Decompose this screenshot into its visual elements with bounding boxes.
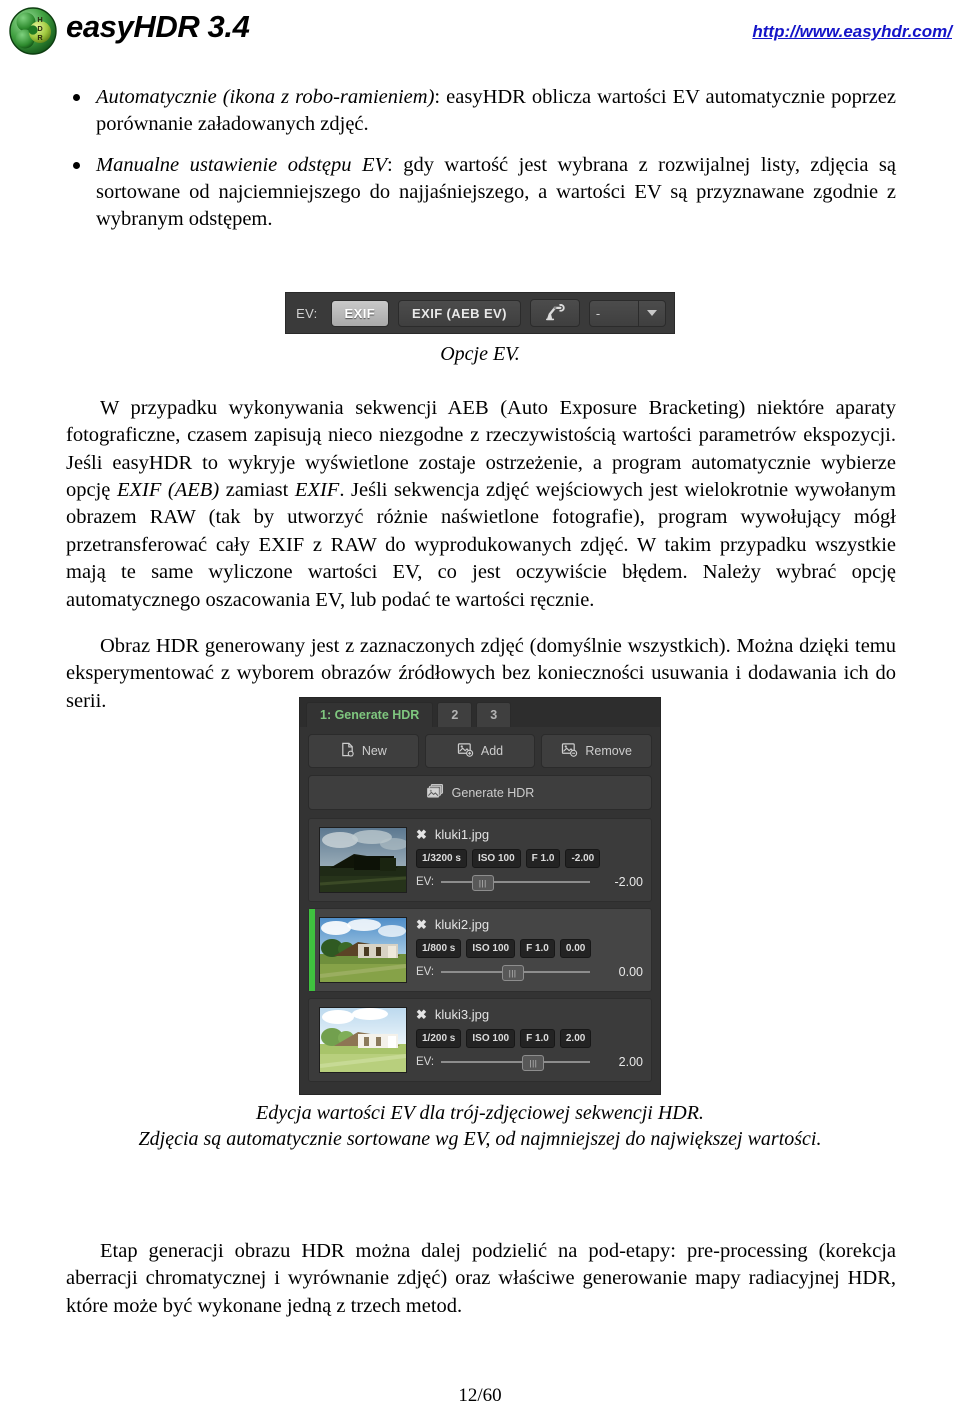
shutter-tag: 1/800 s — [416, 939, 462, 958]
add-button-label: Add — [480, 744, 504, 758]
tab-generate-hdr[interactable]: 1: Generate HDR — [306, 702, 434, 727]
para-em-1: EXIF (AEB) — [116, 479, 220, 502]
shutter-tag: 1/3200 s — [416, 849, 467, 868]
panel-button-row: New Add Remove — [300, 727, 660, 768]
paragraph-stage-split-wrap: Etap generacji obrazu HDR można dalej po… — [66, 1238, 896, 1320]
file-name: kluki1.jpg — [434, 827, 490, 842]
ev-slider-handle[interactable]: ||| — [501, 965, 524, 981]
list-item[interactable]: ✖ kluki2.jpg 1/800 s ISO 100 F 1.0 0.00 … — [308, 908, 652, 992]
robot-arm-icon — [543, 303, 567, 324]
exif-button[interactable]: EXIF — [330, 299, 390, 327]
document-content: Automatycznie (ikona z robo-ramieniem): … — [66, 84, 896, 246]
page-header: H D R easyHDR 3.4 http://www.easyhdr.com… — [0, 0, 960, 62]
website-link[interactable]: http://www.easyhdr.com/ — [752, 22, 952, 42]
para-em-2: EXIF — [294, 479, 340, 502]
image-list: ✖ kluki1.jpg 1/3200 s ISO 100 F 1.0 -2.0… — [300, 810, 660, 1082]
aperture-tag: F 1.0 — [520, 1029, 555, 1048]
close-x-icon[interactable]: ✖ — [416, 918, 427, 931]
thumbnail — [319, 917, 407, 983]
exif-tags: 1/3200 s ISO 100 F 1.0 -2.00 — [416, 849, 643, 868]
figure-hdr-panel: 1: Generate HDR 2 3 New Add Remove Gener… — [0, 697, 960, 1152]
robot-arm-button[interactable] — [529, 299, 580, 327]
aperture-tag: F 1.0 — [520, 939, 555, 958]
brand-title: easyHDR 3.4 — [66, 9, 250, 44]
ev-step-dropdown[interactable]: - — [588, 299, 666, 327]
generate-button-row: Generate HDR — [300, 775, 660, 810]
exif-tags: 1/800 s ISO 100 F 1.0 0.00 — [416, 939, 643, 958]
new-button-label: New — [361, 744, 387, 758]
page-footer: 12/60 — [458, 1385, 502, 1406]
add-image-icon — [457, 742, 474, 760]
ev-toolbar: EV: EXIF EXIF (AEB EV) - — [285, 292, 675, 334]
ev-slider[interactable]: ||| — [441, 1055, 590, 1071]
exposure-tag: 2.00 — [559, 1029, 592, 1048]
svg-text:D: D — [37, 24, 43, 33]
paragraph-stage-split: Etap generacji obrazu HDR można dalej po… — [66, 1240, 896, 1317]
exif-tags: 1/200 s ISO 100 F 1.0 2.00 — [416, 1029, 643, 1048]
list-item: Manualne ustawienie odstępu EV: gdy wart… — [66, 152, 896, 234]
easyhdr-logo-icon: H D R — [8, 6, 58, 56]
list-item: Automatycznie (ikona z robo-ramieniem): … — [66, 84, 896, 139]
tab-3[interactable]: 3 — [476, 702, 512, 727]
figure-ev-options: EV: EXIF EXIF (AEB EV) - Opcje EV. — [0, 292, 960, 368]
ev-slider-label: EV: — [416, 966, 435, 978]
ev-slider-label: EV: — [416, 876, 435, 888]
close-x-icon[interactable]: ✖ — [416, 828, 427, 841]
file-name: kluki2.jpg — [434, 917, 490, 932]
svg-text:R: R — [37, 33, 43, 42]
paragraph-aeb-warning: W przypadku wykonywania sekwencji AEB (A… — [66, 395, 896, 614]
exif-aeb-ev-button[interactable]: EXIF (AEB EV) — [398, 299, 521, 327]
iso-tag: ISO 100 — [466, 939, 516, 958]
thumbnail — [319, 1007, 407, 1073]
hdr-panel: 1: Generate HDR 2 3 New Add Remove Gener… — [299, 697, 661, 1095]
ev-value: 2.00 — [618, 1055, 643, 1069]
add-button[interactable]: Add — [424, 734, 536, 768]
iso-tag: ISO 100 — [471, 849, 521, 868]
new-file-icon — [340, 742, 355, 760]
list-item[interactable]: ✖ kluki1.jpg 1/3200 s ISO 100 F 1.0 -2.0… — [308, 818, 652, 902]
ev-options-caption: Opcje EV. — [440, 343, 520, 365]
generate-hdr-label: Generate HDR — [451, 785, 535, 800]
list-item[interactable]: ✖ kluki3.jpg 1/200 s ISO 100 F 1.0 2.00 … — [308, 998, 652, 1082]
ev-step-value: - — [595, 305, 601, 321]
aperture-tag: F 1.0 — [525, 849, 561, 868]
ev-slider-handle[interactable]: ||| — [522, 1055, 545, 1071]
ev-value: -2.00 — [614, 875, 644, 889]
bullet-emphasis: Automatycznie (ikona z robo-ramieniem) — [96, 86, 435, 108]
shutter-tag: 1/200 s — [416, 1029, 462, 1048]
exposure-tag: 0.00 — [559, 939, 592, 958]
ev-slider[interactable]: ||| — [441, 875, 590, 891]
ev-slider-label: EV: — [416, 1056, 435, 1068]
ev-value: 0.00 — [618, 965, 643, 979]
paragraph-aeb-warning-wrap: W przypadku wykonywania sekwencji AEB (A… — [66, 395, 896, 614]
ev-slider[interactable]: ||| — [441, 965, 590, 981]
remove-button-label: Remove — [585, 744, 632, 758]
close-x-icon[interactable]: ✖ — [416, 1008, 427, 1021]
new-button[interactable]: New — [308, 734, 419, 768]
bullet-emphasis: Manualne ustawienie odstępu EV — [96, 153, 388, 176]
chevron-down-icon[interactable] — [637, 300, 665, 326]
bullet-list: Automatycznie (ikona z robo-ramieniem): … — [66, 84, 896, 233]
hdr-panel-caption-line1: Edycja wartości EV dla trój-zdjęciowej s… — [256, 1102, 704, 1124]
svg-text:H: H — [37, 15, 42, 24]
panel-tabs: 1: Generate HDR 2 3 — [300, 698, 660, 727]
thumbnail — [319, 827, 407, 893]
para-part-2: zamiast — [219, 479, 295, 502]
remove-button[interactable]: Remove — [541, 734, 653, 768]
iso-tag: ISO 100 — [466, 1029, 516, 1048]
generate-hdr-button[interactable]: Generate HDR — [308, 775, 652, 810]
hdr-panel-caption-line2: Zdjęcia są automatycznie sortowane wg EV… — [138, 1127, 822, 1150]
selected-marker — [309, 909, 315, 991]
ev-slider-handle[interactable]: ||| — [471, 875, 494, 891]
ev-label: EV: — [296, 305, 318, 321]
remove-image-icon — [561, 742, 578, 760]
tab-2[interactable]: 2 — [437, 702, 473, 727]
exposure-tag: -2.00 — [565, 849, 601, 868]
file-name: kluki3.jpg — [434, 1007, 490, 1022]
stacked-images-icon — [426, 783, 445, 802]
